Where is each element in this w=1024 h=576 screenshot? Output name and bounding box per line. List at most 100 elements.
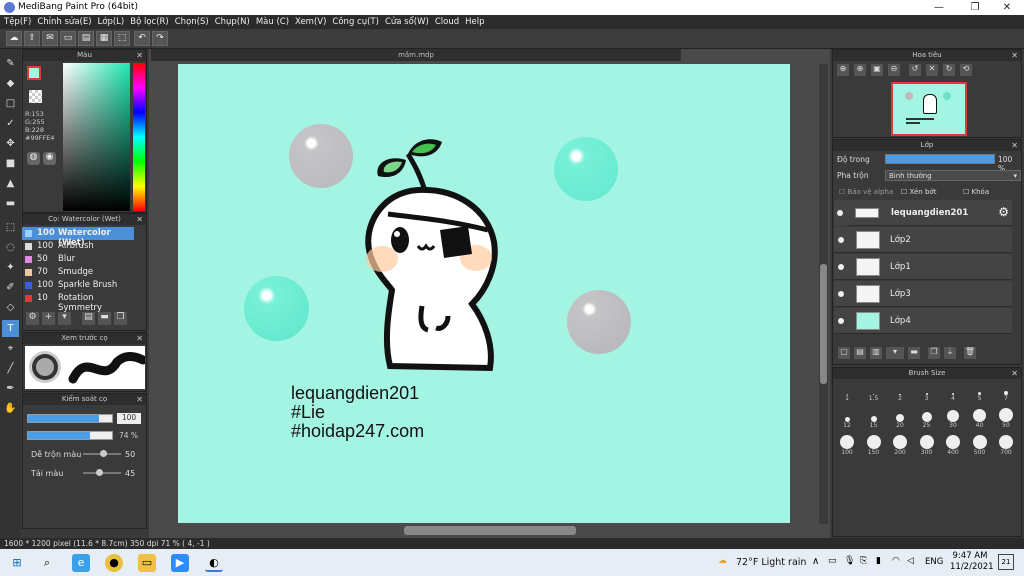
- undo-icon[interactable]: ↶: [134, 31, 150, 46]
- menu-view[interactable]: Xem(V): [291, 15, 326, 27]
- fill-rect-icon[interactable]: ■: [2, 155, 19, 172]
- eye-icon[interactable]: [837, 210, 843, 216]
- close-icon[interactable]: ✕: [136, 214, 143, 225]
- brush-size-cell[interactable]: 5: [968, 381, 992, 403]
- comment-icon[interactable]: ✉: [42, 31, 58, 46]
- lasso-tool-icon[interactable]: ◌: [2, 239, 19, 256]
- medibang-taskbar-icon[interactable]: ◐: [205, 554, 223, 572]
- windows-start-icon[interactable]: ⊞: [8, 554, 26, 572]
- background-color-swatch[interactable]: [29, 90, 42, 103]
- zoom-app-icon[interactable]: ▶: [171, 554, 189, 572]
- brush-add-menu-icon[interactable]: ▾: [58, 312, 71, 325]
- saturation-value-picker[interactable]: [63, 63, 130, 211]
- duplicate-layer-icon[interactable]: ❐: [928, 347, 940, 359]
- divide-tool-icon[interactable]: ╱: [2, 360, 19, 377]
- brush-size-cell[interactable]: 700: [994, 435, 1018, 457]
- brush-size-cell[interactable]: 400: [941, 435, 965, 457]
- navigator-thumbnail[interactable]: [891, 82, 967, 136]
- brush-item[interactable]: 100 Airbrush: [22, 240, 134, 253]
- brush-size-cell[interactable]: 200: [888, 435, 912, 457]
- protect-alpha-check[interactable]: ☐ Bảo vệ alpha: [839, 188, 893, 196]
- layer-row[interactable]: Lớp4: [834, 308, 1012, 334]
- merge-layer-icon[interactable]: ⇣: [944, 347, 956, 359]
- maximize-button[interactable]: ❐: [958, 0, 992, 15]
- brush-size-cell[interactable]: 7: [994, 381, 1018, 403]
- brush-size-cell[interactable]: 50: [994, 408, 1018, 430]
- chrome-icon[interactable]: ●: [105, 554, 123, 572]
- layer-row[interactable]: Lớp2: [834, 227, 1012, 253]
- eye-icon[interactable]: [838, 291, 844, 297]
- palette-icon[interactable]: ◍: [27, 152, 40, 165]
- size-bar[interactable]: [27, 414, 113, 423]
- flip-icon[interactable]: ✕: [926, 64, 938, 76]
- battery-icon[interactable]: ▮: [876, 556, 881, 566]
- rotate-left-icon[interactable]: ↺: [909, 64, 921, 76]
- hue-slider[interactable]: [133, 63, 145, 211]
- close-icon[interactable]: ✕: [1011, 140, 1018, 151]
- eye-icon[interactable]: [838, 237, 844, 243]
- folder-icon[interactable]: ▬: [908, 347, 920, 359]
- zoom-in-icon[interactable]: ⊕: [837, 64, 849, 76]
- wifi-icon[interactable]: ◠: [892, 556, 900, 566]
- fit-icon[interactable]: ▣: [871, 64, 883, 76]
- layer-row[interactable]: Lớp3: [834, 281, 1012, 307]
- brush-size-cell[interactable]: 2: [888, 381, 912, 403]
- eraser-tool-icon[interactable]: ◆: [2, 75, 19, 92]
- brush-size-cell[interactable]: 30: [941, 408, 965, 430]
- brush-size-cell[interactable]: 100: [835, 435, 859, 457]
- edge-icon[interactable]: e: [72, 554, 90, 572]
- menu-file[interactable]: Tệp(F): [0, 15, 31, 27]
- weather-text[interactable]: 72°F Light rain: [736, 557, 806, 568]
- new-layer-icon[interactable]: ▢: [838, 347, 850, 359]
- foreground-color-swatch[interactable]: [27, 66, 41, 80]
- operation-tool-icon[interactable]: ⌖: [2, 340, 19, 357]
- notification-icon[interactable]: 21: [998, 554, 1014, 570]
- bucket-tool-icon[interactable]: ▲: [2, 175, 19, 192]
- brush-size-cell[interactable]: 3: [915, 381, 939, 403]
- document-tab[interactable]: mầm.mdp: [151, 49, 681, 61]
- hand-tool-icon[interactable]: ✋: [2, 400, 19, 417]
- close-icon[interactable]: ✕: [1011, 50, 1018, 61]
- brush-tool-icon[interactable]: ✎: [2, 55, 19, 72]
- brush-item[interactable]: 100 Sparkle Brush: [22, 279, 134, 292]
- microphone-icon[interactable]: 🎙: [844, 556, 855, 566]
- minimize-button[interactable]: —: [922, 0, 956, 15]
- add-layer-menu-icon[interactable]: ▾: [886, 347, 904, 359]
- horizontal-scrollbar[interactable]: [404, 526, 576, 535]
- rotate-right-icon[interactable]: ↻: [943, 64, 955, 76]
- vertical-scrollbar[interactable]: [819, 64, 828, 524]
- opacity-bar[interactable]: [27, 431, 113, 440]
- add-brush-icon[interactable]: +: [42, 312, 55, 325]
- delete-layer-icon[interactable]: 🗑: [964, 347, 976, 359]
- new-8bit-layer-icon[interactable]: ▥: [870, 347, 882, 359]
- brush-file-icon[interactable]: ▤: [82, 312, 95, 325]
- stroke-tool-icon[interactable]: ✓: [2, 115, 19, 132]
- brush-size-cell[interactable]: 300: [915, 435, 939, 457]
- new-halftone-layer-icon[interactable]: ▤: [854, 347, 866, 359]
- brush-size-cell[interactable]: 1.5: [862, 381, 886, 403]
- redo-icon[interactable]: ↷: [152, 31, 168, 46]
- select-pen-icon[interactable]: ✐: [2, 279, 19, 296]
- layer-row[interactable]: lequangdien201 ⚙: [847, 200, 1012, 226]
- brush-item[interactable]: 50 Blur: [22, 253, 134, 266]
- blend-mode-select[interactable]: Bình thường ▾: [885, 170, 1021, 181]
- menu-window[interactable]: Cửa sổ(W): [381, 15, 429, 27]
- magic-wand-icon[interactable]: ✦: [2, 259, 19, 276]
- zoom-out-icon[interactable]: ⊖: [888, 64, 900, 76]
- drawing-canvas[interactable]: lequangdien201 #Lie #hoidap247.com: [178, 64, 790, 523]
- eye-icon[interactable]: [838, 318, 844, 324]
- brush-item[interactable]: 70 Smudge: [22, 266, 134, 279]
- meet-icon[interactable]: ▭: [828, 556, 837, 566]
- language-indicator[interactable]: ENG: [925, 557, 943, 567]
- cloud-icon[interactable]: ☁: [6, 31, 22, 46]
- text-tool-icon[interactable]: T: [2, 320, 19, 337]
- lock-check[interactable]: ☐ Khóa: [963, 188, 989, 196]
- size-value[interactable]: 100: [117, 413, 141, 424]
- brush-size-cell[interactable]: 150: [862, 435, 886, 457]
- reset-icon[interactable]: ⟲: [960, 64, 972, 76]
- close-icon[interactable]: ✕: [136, 333, 143, 344]
- brush-item[interactable]: 10 Rotation Symmetry: [22, 292, 134, 313]
- select-tool-icon[interactable]: ⬚: [2, 219, 19, 236]
- menu-help[interactable]: Help: [461, 15, 484, 27]
- move-tool-icon[interactable]: ✥: [2, 135, 19, 152]
